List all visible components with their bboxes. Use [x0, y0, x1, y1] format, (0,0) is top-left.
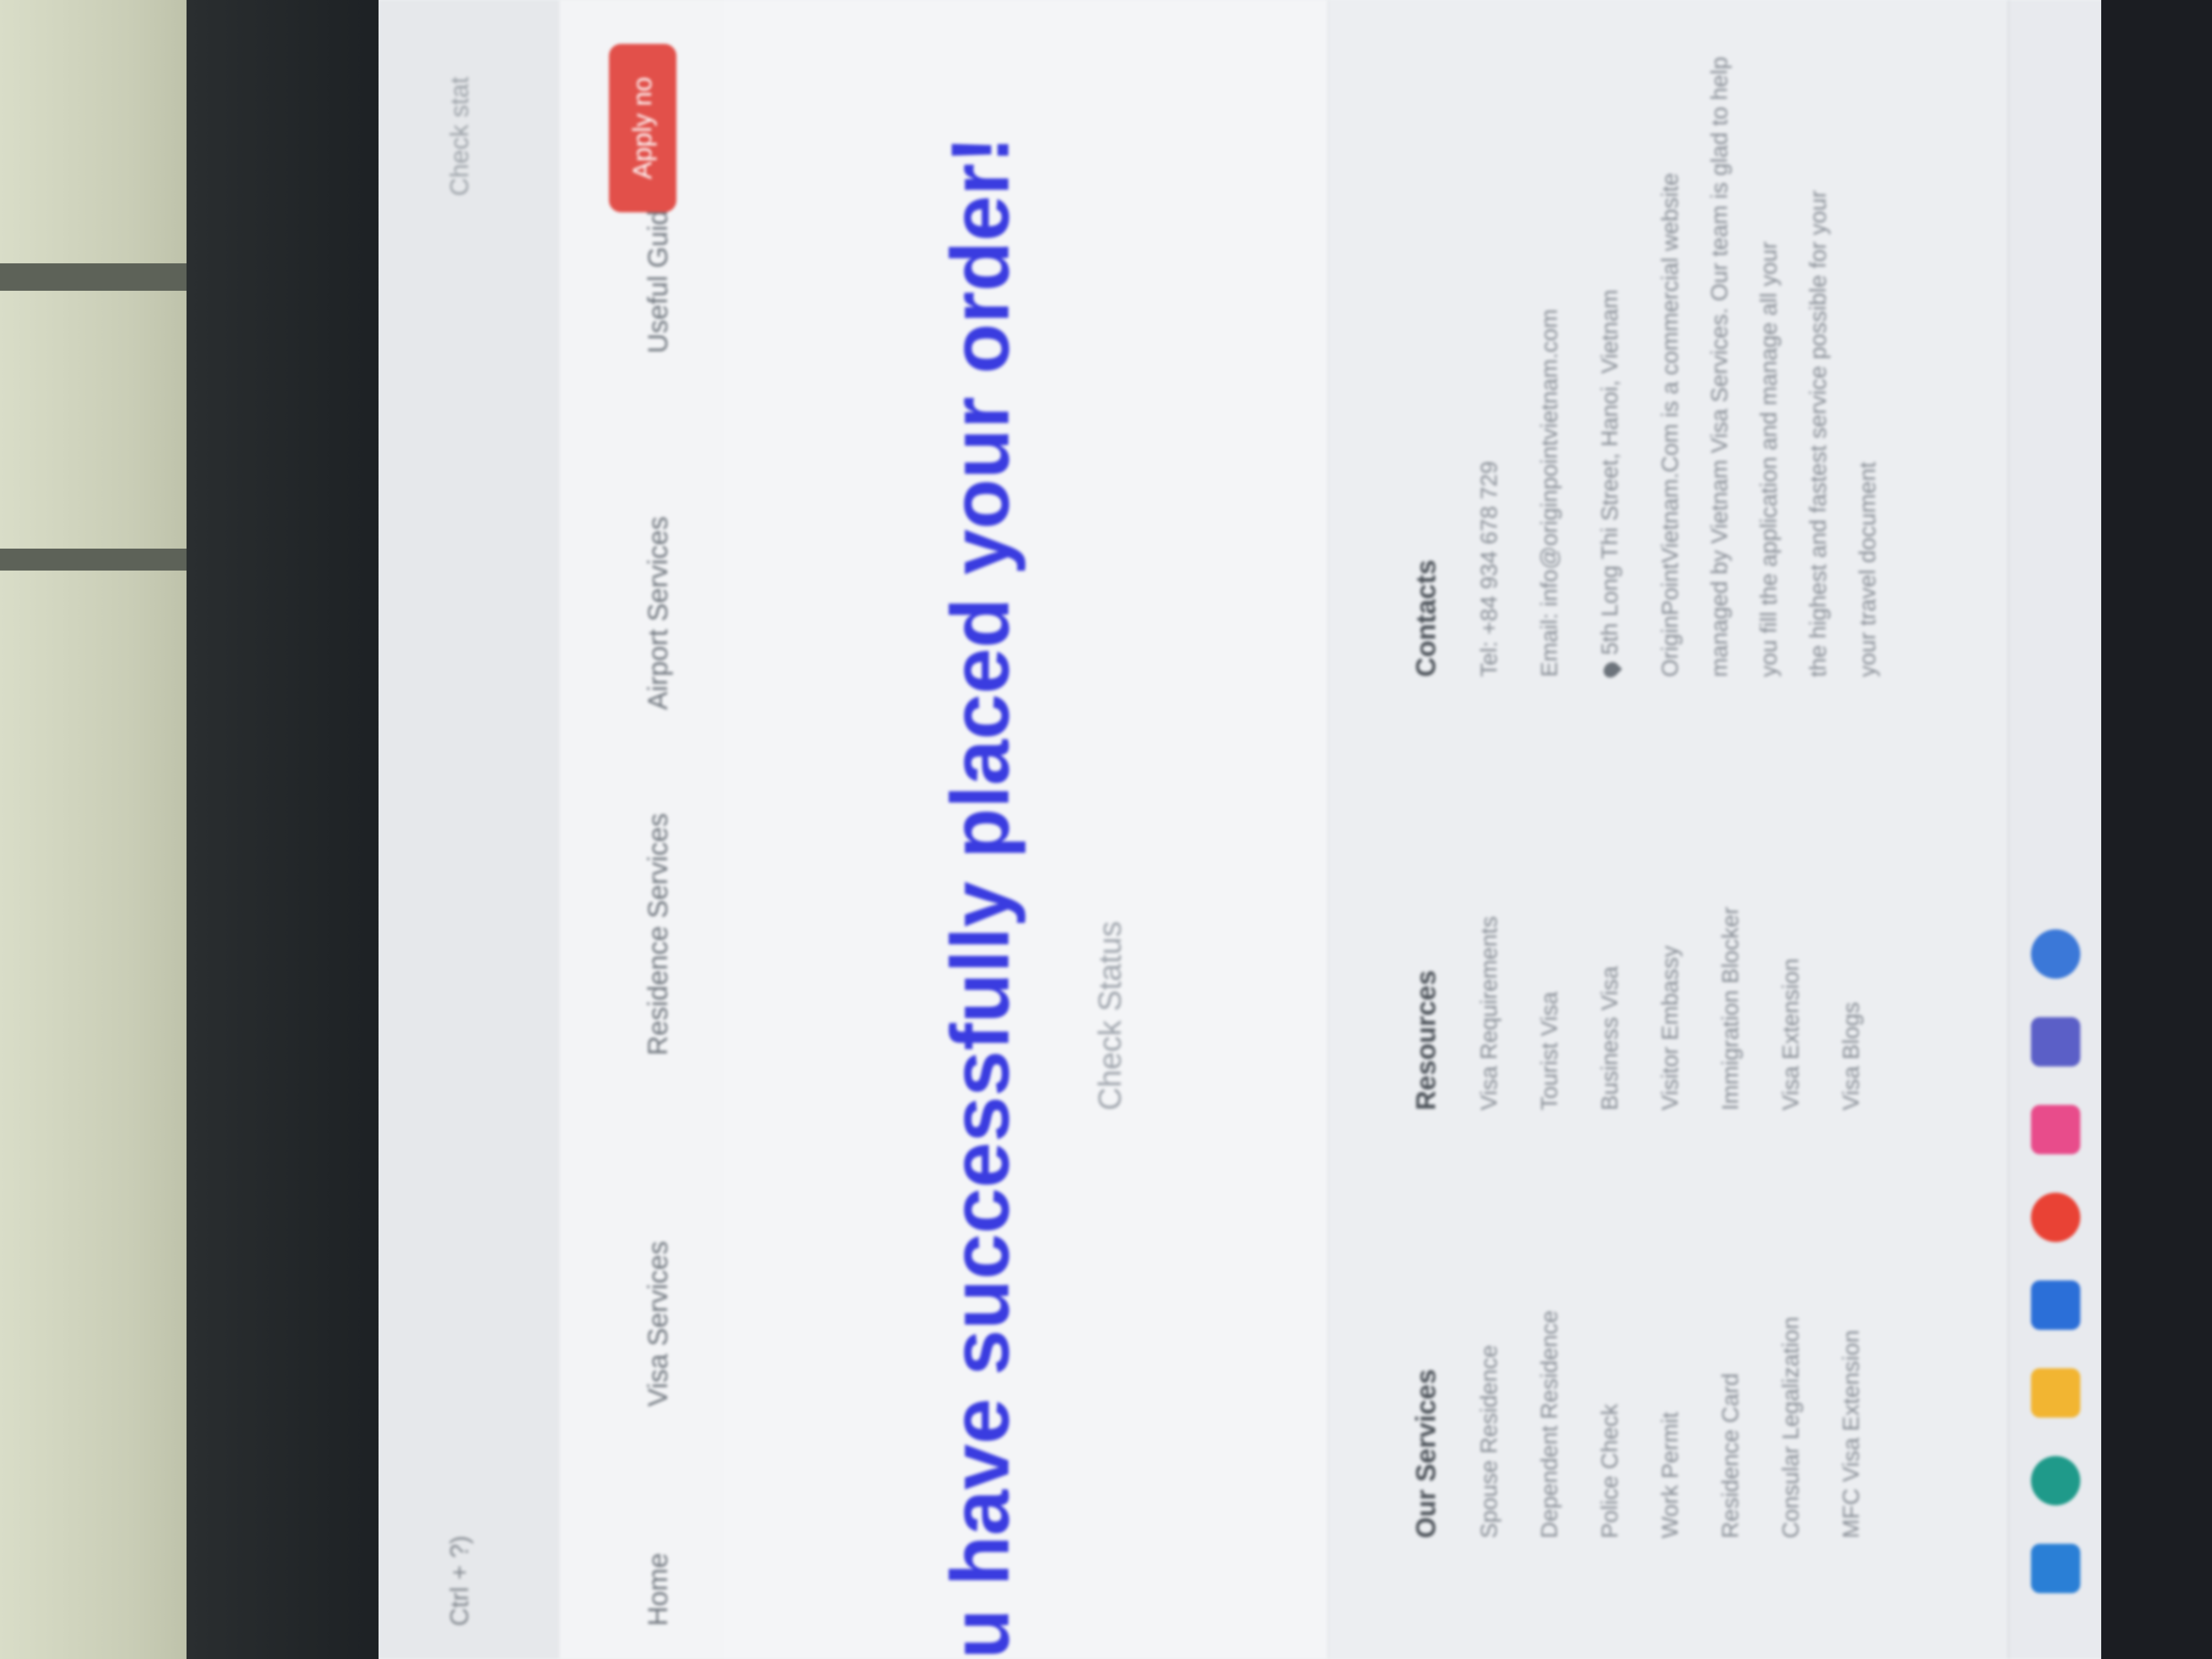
footer-description-line: managed by Vietnam Visa Services. Our te…: [1706, 57, 1732, 677]
footer-service-link[interactable]: Consular Legalization: [1778, 1317, 1804, 1538]
app-icon[interactable]: [2031, 1280, 2080, 1330]
footer-service-link[interactable]: Residence Card: [1717, 1373, 1743, 1538]
footer-resource-link[interactable]: Business Visa: [1596, 966, 1623, 1110]
footer-resource-link[interactable]: Visa Extension: [1778, 958, 1804, 1110]
footer-resource-link[interactable]: Visitor Embassy: [1657, 946, 1683, 1110]
footer-service-link[interactable]: Police Check: [1596, 1404, 1623, 1538]
nav-visa-services[interactable]: Visa Services: [642, 1241, 674, 1407]
footer-phone[interactable]: Tel: +84 934 678 729: [1476, 461, 1502, 677]
apply-now-button[interactable]: Apply no: [609, 44, 676, 212]
footer-resource-link[interactable]: Visa Requirements: [1476, 916, 1502, 1110]
footer-services-title: Our Services: [1410, 1369, 1441, 1538]
footer-service-link[interactable]: MFC Visa Extension: [1838, 1330, 1864, 1538]
store-icon[interactable]: [2031, 1105, 2080, 1154]
wall-shelf: [0, 549, 214, 571]
footer-service-link[interactable]: Work Permit: [1657, 1412, 1683, 1538]
footer-description-line: your travel document: [1854, 461, 1880, 677]
check-status-link[interactable]: Check stat: [444, 77, 474, 196]
windows-taskbar: [2008, 0, 2101, 1659]
monitor-bezel-top: [187, 0, 384, 1659]
chrome-icon[interactable]: [2031, 1193, 2080, 1242]
footer-resource-link[interactable]: Visa Blogs: [1838, 1002, 1864, 1110]
footer-resource-link[interactable]: Immigration Blocker: [1717, 907, 1743, 1110]
settings-icon[interactable]: [2031, 929, 2080, 979]
footer-address-text: 5th Long Thi Street, Hanoi, Vietnam: [1596, 289, 1622, 655]
footer-contacts-title: Contacts: [1410, 560, 1441, 677]
footer-resource-link[interactable]: Tourist Visa: [1536, 992, 1562, 1110]
footer-service-link[interactable]: Spouse Residence: [1476, 1345, 1502, 1538]
footer-resources-title: Resources: [1410, 970, 1441, 1110]
url-text[interactable]: Ctrl + ?): [444, 1536, 474, 1626]
nav-airport-services[interactable]: Airport Services: [642, 516, 674, 710]
footer-description-line: you fill the application and manage all …: [1756, 241, 1781, 677]
windows-icon[interactable]: [2031, 1544, 2080, 1593]
nav-residence-services[interactable]: Residence Services: [642, 813, 674, 1056]
order-success-heading: u have successfully placed your order!: [934, 136, 1026, 1659]
footer-service-link[interactable]: Dependent Residence: [1536, 1310, 1562, 1538]
edge-icon[interactable]: [2031, 1456, 2080, 1505]
nav-home[interactable]: Home: [642, 1553, 674, 1626]
check-status-button[interactable]: Check Status: [1092, 921, 1128, 1110]
footer-description-line: OriginPointVietnam.Com is a commercial w…: [1657, 173, 1683, 677]
footer-address: 5th Long Thi Street, Hanoi, Vietnam: [1596, 289, 1623, 681]
footer-email[interactable]: Email: info@originpointvietnam.com: [1536, 309, 1562, 677]
teams-icon[interactable]: [2031, 1017, 2080, 1066]
browser-viewport: Ctrl + ?) Check stat Home Visa Services …: [379, 0, 2101, 1659]
monitor-screen: Ctrl + ?) Check stat Home Visa Services …: [379, 0, 2101, 1659]
monitor-bezel-bottom: [2085, 0, 2212, 1659]
file-explorer-icon[interactable]: [2031, 1368, 2080, 1418]
footer-description-line: the highest and fastest service possible…: [1805, 190, 1831, 677]
browser-toolbar: Ctrl + ?) Check stat: [379, 0, 561, 1659]
